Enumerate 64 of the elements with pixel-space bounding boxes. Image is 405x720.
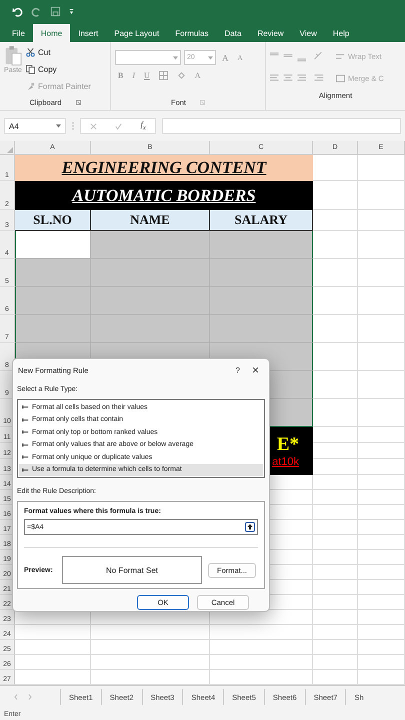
ribbon-tab[interactable]: Help bbox=[324, 24, 358, 42]
previous-sheet-icon[interactable] bbox=[14, 694, 18, 700]
save-icon[interactable] bbox=[50, 6, 61, 16]
grid-cell[interactable] bbox=[15, 287, 91, 315]
header-cell: NAME bbox=[91, 210, 210, 231]
grid-cell[interactable] bbox=[91, 259, 210, 287]
arrow-icon bbox=[22, 418, 29, 422]
next-sheet-icon[interactable] bbox=[28, 694, 32, 700]
ribbon-tab[interactable]: Home bbox=[32, 24, 70, 42]
note-text: E* bbox=[276, 434, 299, 456]
fill-color-icon[interactable] bbox=[176, 71, 186, 80]
dropdown-icon bbox=[208, 56, 213, 60]
arrow-icon bbox=[22, 455, 29, 460]
copy-icon bbox=[26, 65, 35, 74]
launcher-icon[interactable] bbox=[200, 100, 205, 104]
customize-icon[interactable] bbox=[69, 8, 74, 14]
arrow-icon bbox=[22, 442, 29, 447]
grid-cell[interactable] bbox=[15, 259, 91, 287]
note-text: at10k bbox=[272, 456, 299, 468]
grid-cell[interactable] bbox=[210, 315, 313, 343]
enter-icon[interactable] bbox=[115, 122, 122, 130]
ribbon-tab[interactable]: Data bbox=[216, 24, 250, 42]
grid-cell[interactable] bbox=[210, 231, 313, 259]
preview-box: No Format Set bbox=[62, 556, 202, 584]
ribbon-tab[interactable]: View bbox=[292, 24, 325, 42]
arrow-icon bbox=[22, 405, 29, 410]
ribbon-tab[interactable]: Review bbox=[249, 24, 292, 42]
arrow-icon bbox=[22, 430, 29, 434]
formula-field[interactable] bbox=[162, 118, 401, 134]
header-cell: SL.NO bbox=[15, 210, 91, 231]
grid-cell[interactable] bbox=[15, 315, 91, 343]
cut-button[interactable]: Cut bbox=[26, 45, 91, 60]
font-name-field[interactable] bbox=[115, 50, 181, 65]
ribbon-tab[interactable]: File bbox=[4, 24, 33, 42]
ribbon-tab[interactable]: Page Layout bbox=[106, 24, 168, 42]
grid-cell[interactable] bbox=[91, 231, 210, 259]
redo-icon[interactable] bbox=[31, 6, 42, 16]
scissors-icon bbox=[26, 48, 35, 57]
insert-function-button[interactable]: f$_{x}$ bbox=[140, 120, 146, 132]
wrap-icon bbox=[336, 52, 345, 60]
grid-cell[interactable] bbox=[15, 231, 91, 259]
select-all-icon[interactable] bbox=[7, 147, 13, 153]
header-cell: SALARY bbox=[210, 210, 313, 231]
borders-icon[interactable] bbox=[158, 71, 168, 80]
ribbon-tab[interactable]: Insert bbox=[70, 24, 106, 42]
grid-cell[interactable] bbox=[210, 287, 313, 315]
help-button[interactable]: ? bbox=[230, 366, 246, 374]
title-cell: ENGINEERING CONTENT bbox=[15, 155, 313, 181]
grid-cell[interactable] bbox=[210, 259, 313, 287]
subtitle-cell: AUTOMATIC BORDERS bbox=[15, 181, 313, 210]
brush-icon bbox=[26, 82, 35, 91]
undo-icon[interactable] bbox=[12, 6, 23, 16]
close-button[interactable]: × bbox=[246, 363, 265, 377]
launcher-icon[interactable] bbox=[76, 100, 81, 104]
collapse-icon[interactable] bbox=[245, 522, 255, 532]
clipboard-icon bbox=[4, 45, 22, 67]
merge-icon bbox=[336, 74, 345, 82]
dropdown-icon bbox=[56, 124, 61, 128]
cancel-icon[interactable] bbox=[90, 122, 98, 130]
dropdown-icon bbox=[173, 56, 178, 60]
name-box[interactable]: A4 bbox=[4, 118, 66, 134]
ribbon-tab[interactable]: Formulas bbox=[167, 24, 217, 42]
arrow-icon bbox=[22, 468, 29, 472]
copy-button[interactable]: Copy bbox=[26, 62, 91, 77]
